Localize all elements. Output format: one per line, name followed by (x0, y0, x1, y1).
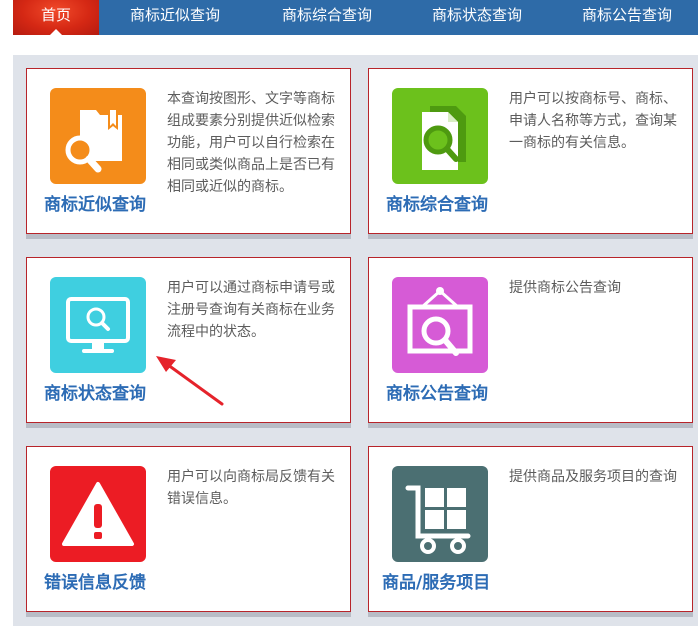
nav-home[interactable]: 首页 (13, 0, 99, 35)
nav-announcement-search[interactable]: 商标公告查询 (563, 0, 691, 35)
folder-search-icon[interactable] (50, 88, 146, 184)
red-arrow-annotation (156, 356, 224, 406)
nav-similar-search[interactable]: 商标近似查询 (111, 0, 239, 35)
card-general-search[interactable]: 商标综合查询 用户可以按商标号、商标、申请人名称等方式，查询某一商标的有关信息。 (368, 68, 693, 234)
nav-status-search[interactable]: 商标状态查询 (413, 0, 541, 35)
card-desc-similar-search: 本查询按图形、文字等商标组成要素分别提供近似检索功能，用户可以自行检索在相同或类… (167, 91, 335, 195)
card-title-goods-services[interactable]: 商品/服务项目 (382, 568, 490, 593)
board-search-icon[interactable] (392, 277, 488, 373)
card-desc-error-feedback: 用户可以向商标局反馈有关错误信息。 (167, 469, 335, 507)
card-desc-announcement-search: 提供商标公告查询 (509, 280, 621, 296)
card-desc-status-search: 用户可以通过商标申请号或注册号查询有关商标在业务流程中的状态。 (167, 280, 335, 340)
nav-general-search[interactable]: 商标综合查询 (263, 0, 391, 35)
card-title-status-search[interactable]: 商标状态查询 (44, 379, 146, 404)
card-desc-goods-services: 提供商品及服务项目的查询 (509, 469, 677, 485)
top-nav: 首页 商标近似查询 商标综合查询 商标状态查询 商标公告查询 (13, 0, 698, 35)
card-title-announcement-search[interactable]: 商标公告查询 (386, 379, 488, 404)
card-announcement-search[interactable]: 商标公告查询 提供商标公告查询 (368, 257, 693, 423)
card-title-similar-search[interactable]: 商标近似查询 (44, 190, 146, 215)
card-error-feedback[interactable]: 错误信息反馈 用户可以向商标局反馈有关错误信息。 (26, 446, 351, 612)
warning-icon[interactable] (50, 466, 146, 562)
documents-search-icon[interactable] (392, 88, 488, 184)
card-title-error-feedback[interactable]: 错误信息反馈 (44, 568, 146, 593)
card-desc-general-search: 用户可以按商标号、商标、申请人名称等方式，查询某一商标的有关信息。 (509, 91, 677, 151)
card-goods-services[interactable]: 商品/服务项目 提供商品及服务项目的查询 (368, 446, 693, 612)
monitor-search-icon[interactable] (50, 277, 146, 373)
card-title-general-search[interactable]: 商标综合查询 (386, 190, 488, 215)
card-similar-search[interactable]: 商标近似查询 本查询按图形、文字等商标组成要素分别提供近似检索功能，用户可以自行… (26, 68, 351, 234)
cart-icon[interactable] (392, 466, 488, 562)
